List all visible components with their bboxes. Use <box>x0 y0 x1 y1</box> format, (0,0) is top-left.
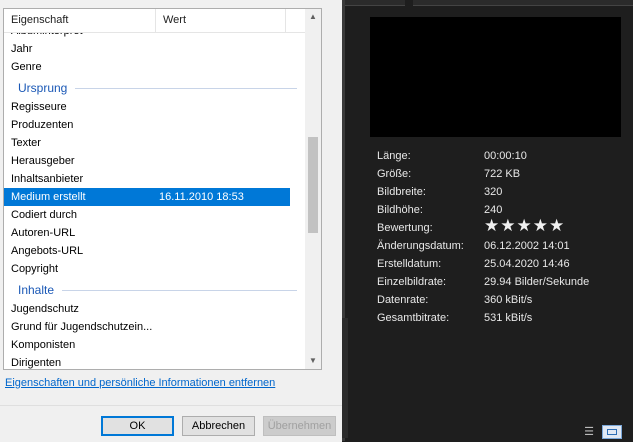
property-name: Medium erstellt <box>11 191 86 203</box>
property-name: Jahr <box>11 43 33 55</box>
cancel-button[interactable]: Abbrechen <box>182 416 255 436</box>
property-row[interactable]: Herausgeber <box>4 152 290 170</box>
properties-dialog: Eigenschaft Wert Albuminterpret Jahr Genre… <box>0 0 342 442</box>
property-name: Angebots-URL <box>11 245 84 257</box>
detail-label-framerate: Einzelbildrate: <box>377 276 447 288</box>
detail-label-width: Bildbreite: <box>377 186 426 198</box>
property-value[interactable]: 16.11.2010 18:53 <box>159 188 244 206</box>
group-header-label: Ursprung <box>18 81 68 95</box>
detail-value-size: 722 KB <box>484 168 521 180</box>
group-divider <box>75 88 297 89</box>
remove-properties-link[interactable]: Eigenschaften und persönliche Informatio… <box>5 377 275 389</box>
tiles-view-icon[interactable] <box>602 425 622 439</box>
group-header-ursprung[interactable]: Ursprung <box>4 78 305 98</box>
detail-value-framerate: 29.94 Bilder/Sekunde <box>484 276 590 288</box>
property-name: Inhaltsanbieter <box>11 173 84 185</box>
property-row[interactable]: Angebots-URL <box>4 242 290 260</box>
column-header: Eigenschaft Wert <box>4 9 305 33</box>
detail-value-totalbitrate: 531 kBit/s <box>484 312 533 324</box>
detail-value-modified: 06.12.2002 14:01 <box>484 240 570 252</box>
rating-stars-icon[interactable]: ★★★★★ <box>484 216 565 236</box>
toolbar-strip-right <box>413 0 633 6</box>
group-header-inhalte[interactable]: Inhalte <box>4 280 305 300</box>
toolbar-strip-left <box>345 0 405 6</box>
property-row[interactable]: Codiert durch <box>4 206 290 224</box>
property-name: Dirigenten <box>11 357 62 369</box>
property-row[interactable]: Komponisten <box>4 336 290 354</box>
property-row[interactable]: Medium erstellt 16.11.2010 18:53 <box>4 188 290 206</box>
group-divider <box>62 290 297 291</box>
property-name: Albuminterpret <box>11 33 83 40</box>
scroll-up-icon[interactable]: ▲ <box>305 9 321 25</box>
detail-value-created: 25.04.2020 14:46 <box>484 258 570 270</box>
detail-label-created: Erstelldatum: <box>377 258 442 270</box>
property-row[interactable]: Regisseure <box>4 98 290 116</box>
property-list-scrollbar[interactable]: ▲ ▼ <box>305 9 321 369</box>
property-row[interactable]: Grund für Jugendschutzein... <box>4 318 290 336</box>
detail-label-modified: Änderungsdatum: <box>377 240 464 252</box>
details-view-icon[interactable]: ☰ <box>580 425 598 439</box>
property-row[interactable]: Produzenten <box>4 116 290 134</box>
property-row[interactable]: Albuminterpret <box>4 33 290 40</box>
detail-label-rating: Bewertung: <box>377 222 433 234</box>
property-name: Jugendschutz <box>11 303 79 315</box>
property-name: Copyright <box>11 263 59 275</box>
property-rows: Albuminterpret Jahr Genre Ursprung Regisseur… <box>4 33 305 369</box>
column-header-property[interactable]: Eigenschaft <box>4 9 156 32</box>
apply-button[interactable]: Übernehmen <box>263 416 336 436</box>
property-name: Herausgeber <box>11 155 75 167</box>
property-row[interactable]: Genre <box>4 58 290 76</box>
group-header-label: Inhalte <box>18 283 55 297</box>
property-row[interactable]: Dirigenten <box>4 354 290 369</box>
property-row[interactable]: Inhaltsanbieter <box>4 170 290 188</box>
property-name: Genre <box>11 61 42 73</box>
detail-value-length: 00:00:10 <box>484 150 527 162</box>
property-row[interactable]: Copyright <box>4 260 290 278</box>
view-switcher: ☰ <box>580 425 630 439</box>
detail-label-totalbitrate: Gesamtbitrate: <box>377 312 450 324</box>
dialog-button-bar: OK Abbrechen Übernehmen <box>0 405 342 442</box>
ok-button[interactable]: OK <box>101 416 174 436</box>
detail-label-datarate: Datenrate: <box>377 294 429 306</box>
property-row[interactable]: Texter <box>4 134 290 152</box>
scroll-down-icon[interactable]: ▼ <box>305 353 321 369</box>
property-name: Autoren-URL <box>11 227 76 239</box>
scrollbar-thumb[interactable] <box>308 137 318 233</box>
detail-label-height: Bildhöhe: <box>377 204 423 216</box>
column-header-value[interactable]: Wert <box>156 9 286 32</box>
property-name: Regisseure <box>11 101 67 113</box>
detail-label-length: Länge: <box>377 150 411 162</box>
property-list: Eigenschaft Wert Albuminterpret Jahr Genre… <box>3 8 322 370</box>
property-row[interactable]: Jugendschutz <box>4 300 290 318</box>
detail-value-width: 320 <box>484 186 503 198</box>
property-row[interactable]: Autoren-URL <box>4 224 290 242</box>
property-name: Produzenten <box>11 119 74 131</box>
property-name: Codiert durch <box>11 209 78 221</box>
property-row[interactable]: Jahr <box>4 40 290 58</box>
detail-label-size: Größe: <box>377 168 412 180</box>
property-name: Komponisten <box>11 339 76 351</box>
property-name: Grund für Jugendschutzein... <box>11 321 153 333</box>
property-name: Texter <box>11 137 41 149</box>
video-preview <box>370 17 621 137</box>
details-scrollbar[interactable] <box>342 318 348 438</box>
detail-value-datarate: 360 kBit/s <box>484 294 533 306</box>
